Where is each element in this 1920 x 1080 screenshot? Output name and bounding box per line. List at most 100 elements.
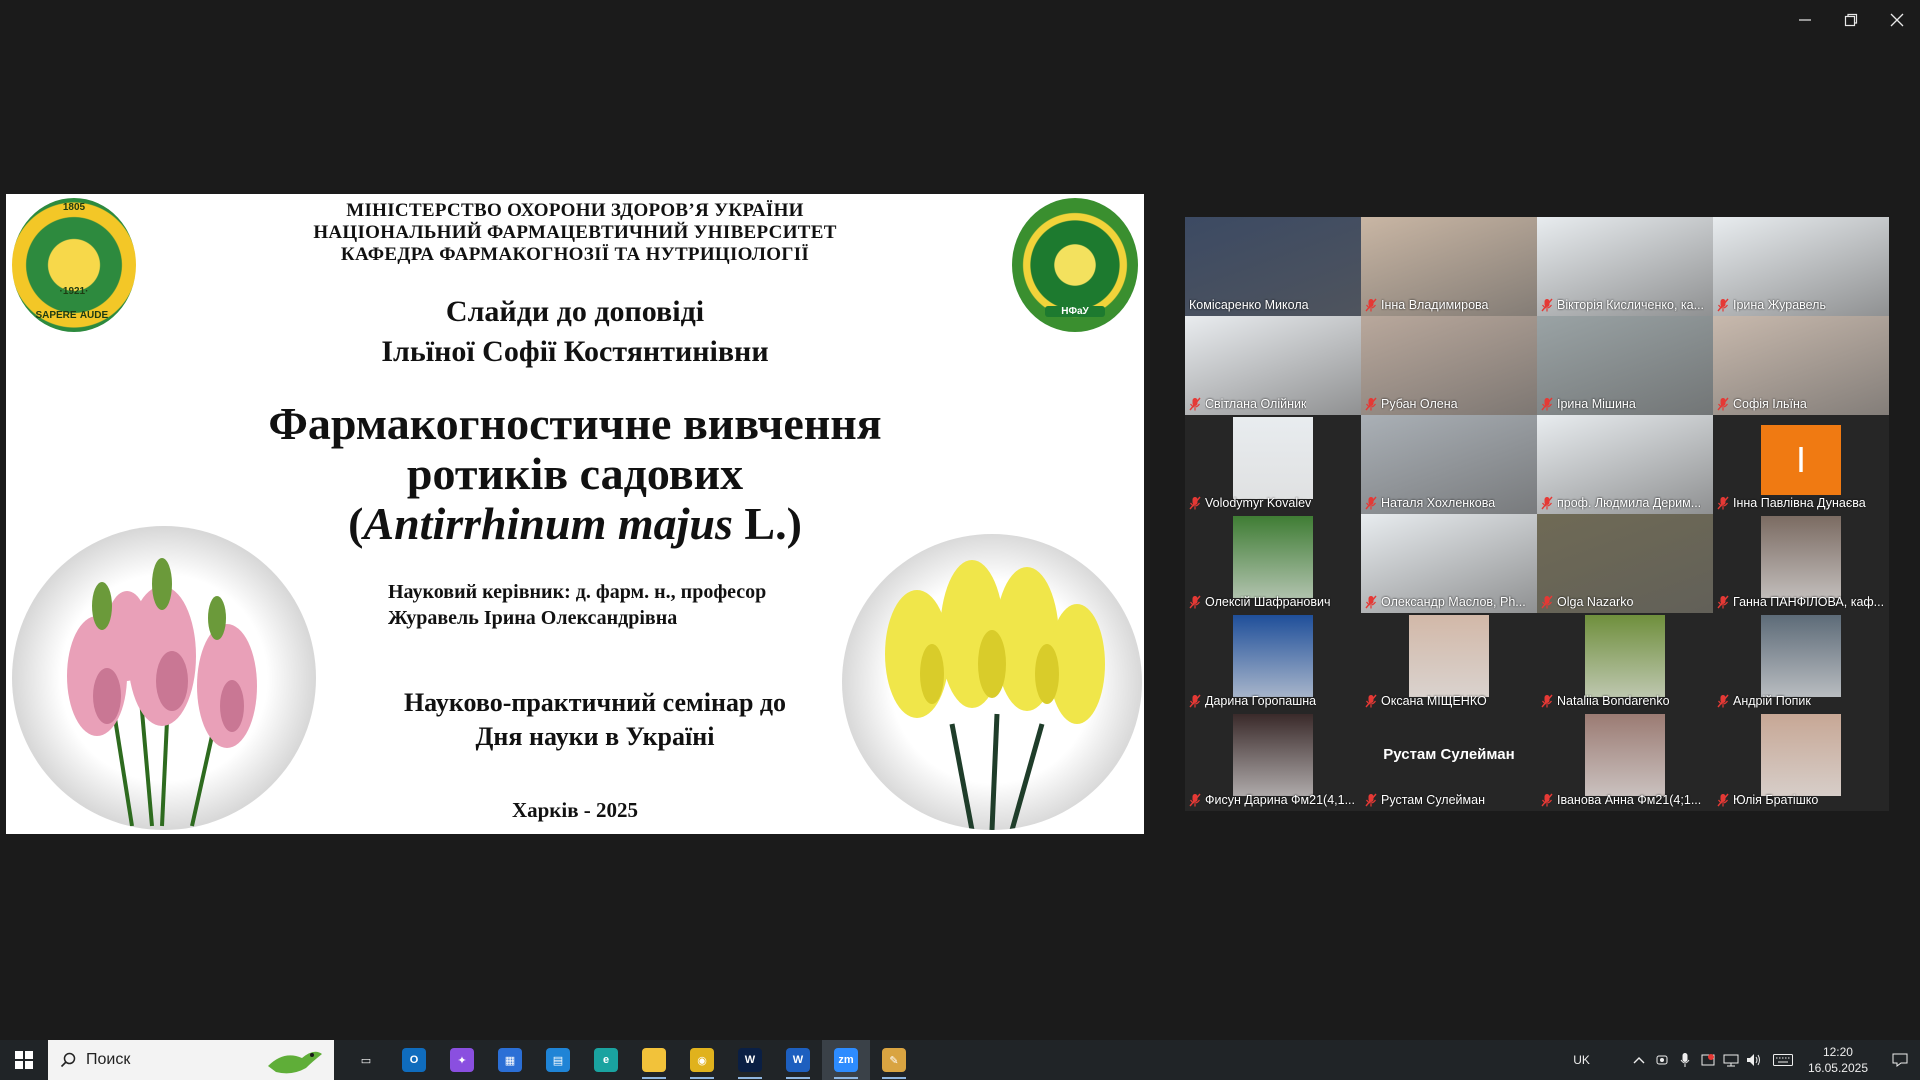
title-main: Фармакогностичне вивчення ротиків садови… xyxy=(268,398,882,499)
taskbar-word-button[interactable]: W xyxy=(774,1040,822,1080)
participant-tile[interactable]: Olga Nazarko xyxy=(1537,514,1713,613)
participant-name: Олександр Маслов, Ph... xyxy=(1381,595,1526,609)
search-input[interactable] xyxy=(86,1051,236,1069)
taskbar-chrome-button[interactable]: ◉ xyxy=(678,1040,726,1080)
participant-name: Ірина Журавель xyxy=(1733,298,1826,312)
supervisor-line-1: Науковий керівник: д. фарм. н., професор xyxy=(388,581,767,603)
system-tray: UK 12:20 16.05.2025 xyxy=(1573,1040,1920,1080)
participant-tile[interactable]: Ірина Мішина xyxy=(1537,316,1713,415)
participant-name: Дарина Горопашна xyxy=(1205,694,1317,708)
taskbar-paint-button[interactable]: ✎ xyxy=(870,1040,918,1080)
participant-tile[interactable]: Ірина Журавель xyxy=(1713,217,1889,316)
microphone-icon[interactable] xyxy=(1674,1040,1697,1080)
participant-tile[interactable]: Софія Ільїна xyxy=(1713,316,1889,415)
participant-name: Комісаренко Микола xyxy=(1189,298,1309,312)
participant-tile[interactable]: Фисун Дарина Фм21(4,1... xyxy=(1185,712,1361,811)
participant-label: Ірина Мішина xyxy=(1541,395,1709,413)
participant-label: Юлія Братішко xyxy=(1717,791,1885,809)
notifications-icon[interactable] xyxy=(1880,1040,1920,1080)
participant-tile[interactable]: Дарина Горопашна xyxy=(1185,613,1361,712)
muted-mic-icon xyxy=(1365,694,1377,708)
participant-tile[interactable]: Вікторія Кисличенко, ка... xyxy=(1537,217,1713,316)
clock[interactable]: 12:20 16.05.2025 xyxy=(1808,1044,1868,1076)
news-icon: ▤ xyxy=(546,1048,570,1072)
taskbar-file-explorer-button[interactable] xyxy=(630,1040,678,1080)
participant-label: Рустам Сулейман xyxy=(1365,791,1533,809)
taskbar-webex-button[interactable]: W xyxy=(726,1040,774,1080)
participant-tile[interactable]: Оксана МІЩЕНКО xyxy=(1361,613,1537,712)
camera-privacy-icon[interactable] xyxy=(1651,1040,1674,1080)
participant-name-display: Рустам Сулейман xyxy=(1383,746,1515,763)
participant-tile[interactable]: Олексій Шафранович xyxy=(1185,514,1361,613)
participant-tile[interactable]: Андрій Попик xyxy=(1713,613,1889,712)
participant-name: Рустам Сулейман xyxy=(1381,793,1485,807)
participant-label: Ганна ПАНФІЛОВА, каф... xyxy=(1717,593,1885,611)
copilot-icon: ✦ xyxy=(450,1048,474,1072)
participant-tile[interactable]: Олександр Маслов, Ph... xyxy=(1361,514,1537,613)
muted-mic-icon xyxy=(1541,298,1553,312)
participant-tile[interactable]: Рустам Сулейман Рустам Сулейман xyxy=(1361,712,1537,811)
chevron-up-icon[interactable] xyxy=(1628,1040,1651,1080)
taskbar-apps: ▭ O ✦ ▦ ▤ e ◉ W Wzm ✎ xyxy=(342,1040,918,1080)
keyboard-icon[interactable] xyxy=(1766,1040,1800,1080)
minimize-icon[interactable] xyxy=(1782,0,1828,40)
participant-label: Андрій Попик xyxy=(1717,692,1885,710)
participant-label: проф. Людмила Дерим... xyxy=(1541,494,1709,512)
avatar xyxy=(1761,714,1841,796)
participant-label: Світлана Олійник xyxy=(1189,395,1357,413)
start-button[interactable] xyxy=(0,1040,48,1080)
participant-tile[interactable]: Юлія Братішко xyxy=(1713,712,1889,811)
supervisor-line-2: Журавель Ірина Олександрівна xyxy=(388,607,678,629)
participant-tile[interactable]: Рубан Олена xyxy=(1361,316,1537,415)
taskbar-news-button[interactable]: ▤ xyxy=(534,1040,582,1080)
taskbar-zoom-button[interactable]: zm xyxy=(822,1040,870,1080)
store-icon: ▦ xyxy=(498,1048,522,1072)
taskbar-outlook-button[interactable]: O xyxy=(390,1040,438,1080)
muted-mic-icon xyxy=(1541,694,1553,708)
taskbar-search[interactable] xyxy=(48,1040,334,1080)
window-controls xyxy=(1782,0,1920,40)
participant-tile[interactable]: Volodymyr Kovalev xyxy=(1185,415,1361,514)
participant-tile[interactable]: I Інна Павлівна Дунаєва xyxy=(1713,415,1889,514)
taskbar-copilot-button[interactable]: ✦ xyxy=(438,1040,486,1080)
participant-tile[interactable]: Nataliia Bondarenko xyxy=(1537,613,1713,712)
participant-name: Інна Владимирова xyxy=(1381,298,1489,312)
participant-name: Ірина Мішина xyxy=(1557,397,1636,411)
participant-tile[interactable]: Наталя Хохленкова xyxy=(1361,415,1537,514)
taskbar-edge-button[interactable]: e xyxy=(582,1040,630,1080)
participant-name: Ганна ПАНФІЛОВА, каф... xyxy=(1733,595,1885,609)
meet-now-icon[interactable] xyxy=(1697,1040,1720,1080)
avatar: I xyxy=(1761,425,1841,495)
taskbar-task-view-button[interactable]: ▭ xyxy=(342,1040,390,1080)
network-icon[interactable] xyxy=(1720,1040,1743,1080)
participant-tile[interactable]: Інна Владимирова xyxy=(1361,217,1537,316)
close-icon[interactable] xyxy=(1874,0,1920,40)
yellow-snapdragon-image xyxy=(842,534,1142,830)
participant-name: Фисун Дарина Фм21(4,1... xyxy=(1205,793,1355,807)
taskbar-store-button[interactable]: ▦ xyxy=(486,1040,534,1080)
slide-header: МІНІСТЕРСТВО ОХОРОНИ ЗДОРОВ’Я УКРАЇНИ НА… xyxy=(6,200,1144,266)
participant-tile[interactable]: Комісаренко Микола xyxy=(1185,217,1361,316)
webex-icon: W xyxy=(738,1048,762,1072)
avatar xyxy=(1233,516,1313,598)
participant-label: Рубан Олена xyxy=(1365,395,1533,413)
avatar xyxy=(1585,615,1665,697)
participant-label: Іванова Анна Фм21(4;1... xyxy=(1541,791,1709,809)
participant-tile[interactable]: проф. Людмила Дерим... xyxy=(1537,415,1713,514)
muted-mic-icon xyxy=(1365,595,1377,609)
participant-label: Софія Ільїна xyxy=(1717,395,1885,413)
muted-mic-icon xyxy=(1541,595,1553,609)
participant-label: Olga Nazarko xyxy=(1541,593,1709,611)
paint-icon: ✎ xyxy=(882,1048,906,1072)
muted-mic-icon xyxy=(1717,397,1729,411)
volume-icon[interactable] xyxy=(1743,1040,1766,1080)
participant-tile[interactable]: Іванова Анна Фм21(4;1... xyxy=(1537,712,1713,811)
language-indicator[interactable]: UK xyxy=(1573,1053,1590,1067)
restore-icon[interactable] xyxy=(1828,0,1874,40)
participant-tile[interactable]: Ганна ПАНФІЛОВА, каф... xyxy=(1713,514,1889,613)
search-highlight-icon xyxy=(268,1051,322,1074)
participant-tile[interactable]: Світлана Олійник xyxy=(1185,316,1361,415)
participant-name: Олексій Шафранович xyxy=(1205,595,1331,609)
avatar xyxy=(1233,417,1313,499)
avatar xyxy=(1761,516,1841,598)
